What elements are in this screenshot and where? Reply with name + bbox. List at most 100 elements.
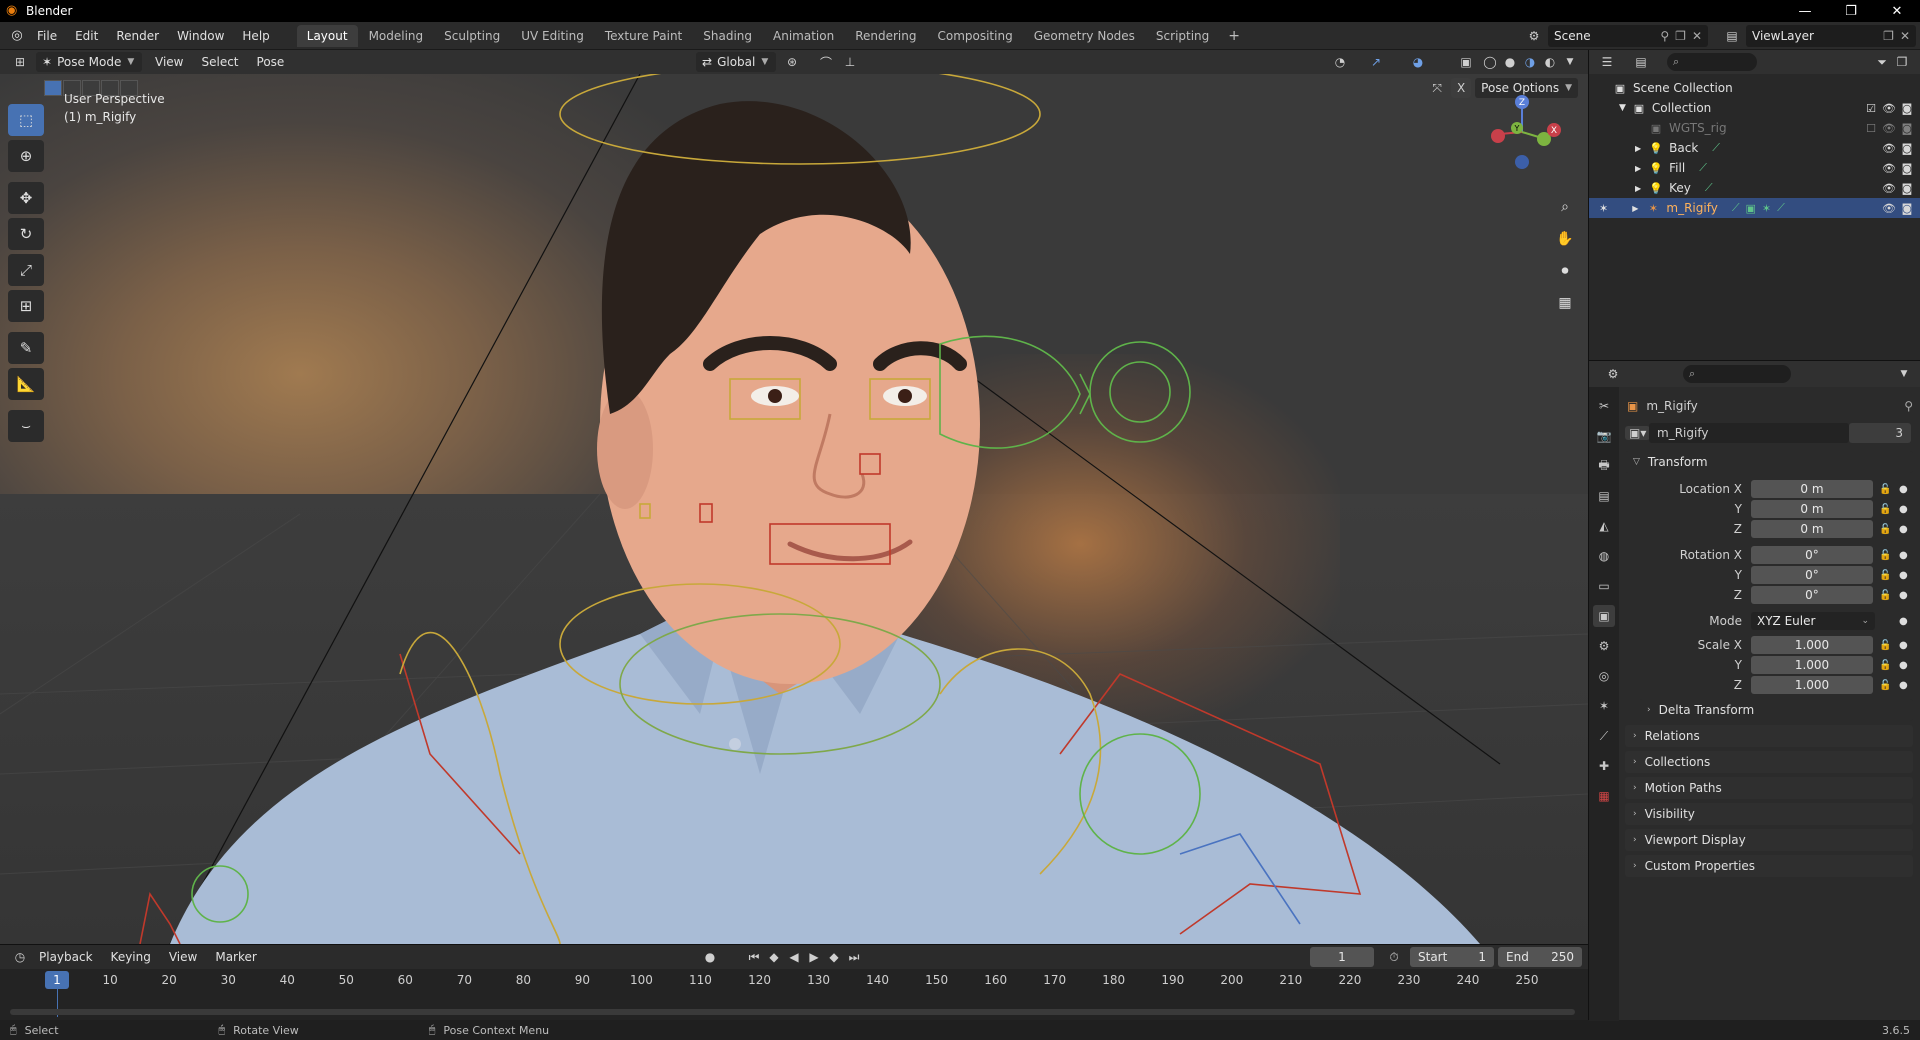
lock-icon[interactable]: 🔓 [1879,680,1891,691]
keyframe-dot-icon[interactable]: ● [1899,616,1908,627]
visibility-panel-header[interactable]: › Visibility [1625,803,1913,825]
expand-arrow-icon[interactable]: ▶ [1635,184,1641,193]
wireframe-shading-icon[interactable]: ◯ [1480,52,1500,72]
eye-icon[interactable]: 👁 [1882,202,1896,215]
blender-menu-icon[interactable]: ◎ [6,28,28,43]
snap-icon[interactable]: ⌒ [816,52,836,72]
snap-target-icon[interactable]: ⊥ [840,52,860,72]
transform-panel-header[interactable]: ▽ Transform [1625,451,1913,473]
play-reverse-icon[interactable]: ◀ [784,947,804,967]
armature-data-icon[interactable]: ▣ [1746,202,1756,215]
output-tab-icon[interactable]: 🖶 [1593,455,1615,477]
mirror-x-icon[interactable]: X [1451,78,1472,98]
gizmo-neg-z-axis[interactable] [1515,155,1529,169]
keyframe-dot-icon[interactable]: ● [1899,504,1908,515]
tab-uv-editing[interactable]: UV Editing [511,25,594,47]
tab-modeling[interactable]: Modeling [359,25,434,47]
current-frame-field[interactable]: 1 [1310,947,1374,967]
orientation-dropdown[interactable]: ⇄ Global ▼ [696,52,776,72]
menu-edit[interactable]: Edit [66,24,107,48]
tab-texture-paint[interactable]: Texture Paint [595,25,692,47]
keyframe-dot-icon[interactable]: ● [1899,570,1908,581]
outliner-scene-collection[interactable]: ▣ Scene Collection [1589,78,1920,98]
display-mode-icon[interactable]: ▤ [1631,52,1651,72]
properties-editor-type-icon[interactable]: ⚙ [1603,364,1623,384]
measure-tool-icon[interactable]: 📐 [8,368,44,400]
motion-paths-panel-header[interactable]: › Motion Paths [1625,777,1913,799]
close-button[interactable]: ✕ [1874,0,1920,22]
timeline-menu-playback[interactable]: Playback [30,945,102,969]
solid-shading-icon[interactable]: ● [1500,52,1520,72]
select-box-tool-icon[interactable]: ⬚ [8,104,44,136]
light-data-icon[interactable]: ⟋ [1699,161,1707,175]
armature-data-tab-icon[interactable]: ⟋ [1593,725,1615,747]
overlays-toggle-icon[interactable]: ◕ [1408,52,1428,72]
transform-tool-icon[interactable]: ⊞ [8,290,44,322]
eye-icon[interactable]: 👁 [1882,162,1896,175]
timeline-ruler[interactable]: 1 10 20 30 40 50 60 70 80 90 100 110 120 130 140 150 160… [0,969,1588,991]
camera-icon[interactable]: ◙ [1900,142,1914,155]
properties-search-input[interactable]: ⌕ [1683,365,1791,383]
scale-x-field[interactable]: 1.000 [1751,636,1873,654]
view-layer-selector[interactable]: ViewLayer ❐ ✕ [1746,25,1916,47]
lock-icon[interactable]: 🔓 [1879,484,1891,495]
light-data-icon[interactable]: ⟋ [1705,181,1713,195]
menu-help[interactable]: Help [233,24,278,48]
tab-geometry-nodes[interactable]: Geometry Nodes [1024,25,1145,47]
data-browse-icon[interactable]: ▣▾ [1625,426,1651,440]
lock-icon[interactable]: 🔓 [1879,550,1891,561]
collections-panel-header[interactable]: › Collections [1625,751,1913,773]
scale-z-field[interactable]: 1.000 [1751,676,1873,694]
viewport-menu-view[interactable]: View [146,50,192,74]
lock-icon[interactable]: 🔓 [1879,524,1891,535]
maximize-button[interactable]: ❐ [1828,0,1874,22]
delete-view-layer-icon[interactable]: ✕ [1900,29,1910,43]
custom-properties-panel-header[interactable]: › Custom Properties [1625,855,1913,877]
scene-selector[interactable]: Scene ⚲ ❐ ✕ [1548,25,1708,47]
outliner-item-key[interactable]: ▶ 💡 Key ⟋ 👁 ◙ [1589,178,1920,198]
modifier-tab-icon[interactable]: ⚙ [1593,635,1615,657]
expand-arrow-icon[interactable]: ▶ [1635,164,1641,173]
rotate-tool-icon[interactable]: ↻ [8,218,44,250]
timeline-editor-type-icon[interactable]: ◷ [10,947,30,967]
navigation-gizmo[interactable]: Z Y X [1482,92,1562,172]
location-z-field[interactable]: 0 m [1751,520,1873,538]
constraints-tab-icon[interactable]: ✶ [1593,695,1615,717]
outliner-item-back[interactable]: ▶ 💡 Back ⟋ 👁 ◙ [1589,138,1920,158]
view-layer-icon[interactable]: ▤ [1722,26,1742,46]
rotation-z-field[interactable]: 0° [1751,586,1873,604]
camera-icon[interactable]: ◙ [1900,162,1914,175]
cursor-tool-icon[interactable]: ⊕ [8,140,44,172]
outliner-collection[interactable]: ▼ ▣ Collection ☑ 👁 ◙ [1589,98,1920,118]
modifier-icon[interactable]: ⟋ [1732,201,1740,215]
rotation-x-field[interactable]: 0° [1751,546,1873,564]
bone-icon[interactable]: ⟋ [1777,201,1785,215]
select-mode-new-icon[interactable] [44,80,62,96]
world-tab-icon[interactable]: ◍ [1593,545,1615,567]
delta-transform-panel-header[interactable]: › Delta Transform [1639,699,1913,721]
3d-viewport[interactable]: User Perspective (1) m_Rigify ⬚ ⊕ ✥ ↻ ⤢ … [0,74,1588,944]
expand-arrow-icon[interactable]: ▼ [1619,103,1626,113]
camera-icon[interactable]: ◙ [1900,122,1914,135]
keyframe-dot-icon[interactable]: ● [1899,524,1908,535]
pose-icon[interactable]: ✶ [1762,202,1771,215]
location-y-field[interactable]: 0 m [1751,500,1873,518]
tab-animation[interactable]: Animation [763,25,844,47]
tab-rendering[interactable]: Rendering [845,25,926,47]
object-name-field[interactable]: m_Rigify [1649,423,1849,443]
camera-icon[interactable]: ◙ [1900,182,1914,195]
gizmo-toggle-icon[interactable]: ↗ [1366,52,1386,72]
scene-icon[interactable]: ⚙ [1524,26,1544,46]
rotation-mode-dropdown[interactable]: XYZ Euler ⌄ [1751,612,1875,630]
view-layer-tab-icon[interactable]: ▤ [1593,485,1615,507]
expand-arrow-icon[interactable]: ▶ [1632,204,1638,213]
location-x-field[interactable]: 0 m [1751,480,1873,498]
lock-icon[interactable]: 🔓 [1879,570,1891,581]
timeline-menu-keying[interactable]: Keying [102,945,160,969]
bone-tab-icon[interactable]: ✚ [1593,755,1615,777]
record-icon[interactable]: ● [700,947,720,967]
physics-tab-icon[interactable]: ◎ [1593,665,1615,687]
tab-shading[interactable]: Shading [693,25,762,47]
minimize-button[interactable]: — [1782,0,1828,22]
render-tab-icon[interactable]: 📷 [1593,425,1615,447]
